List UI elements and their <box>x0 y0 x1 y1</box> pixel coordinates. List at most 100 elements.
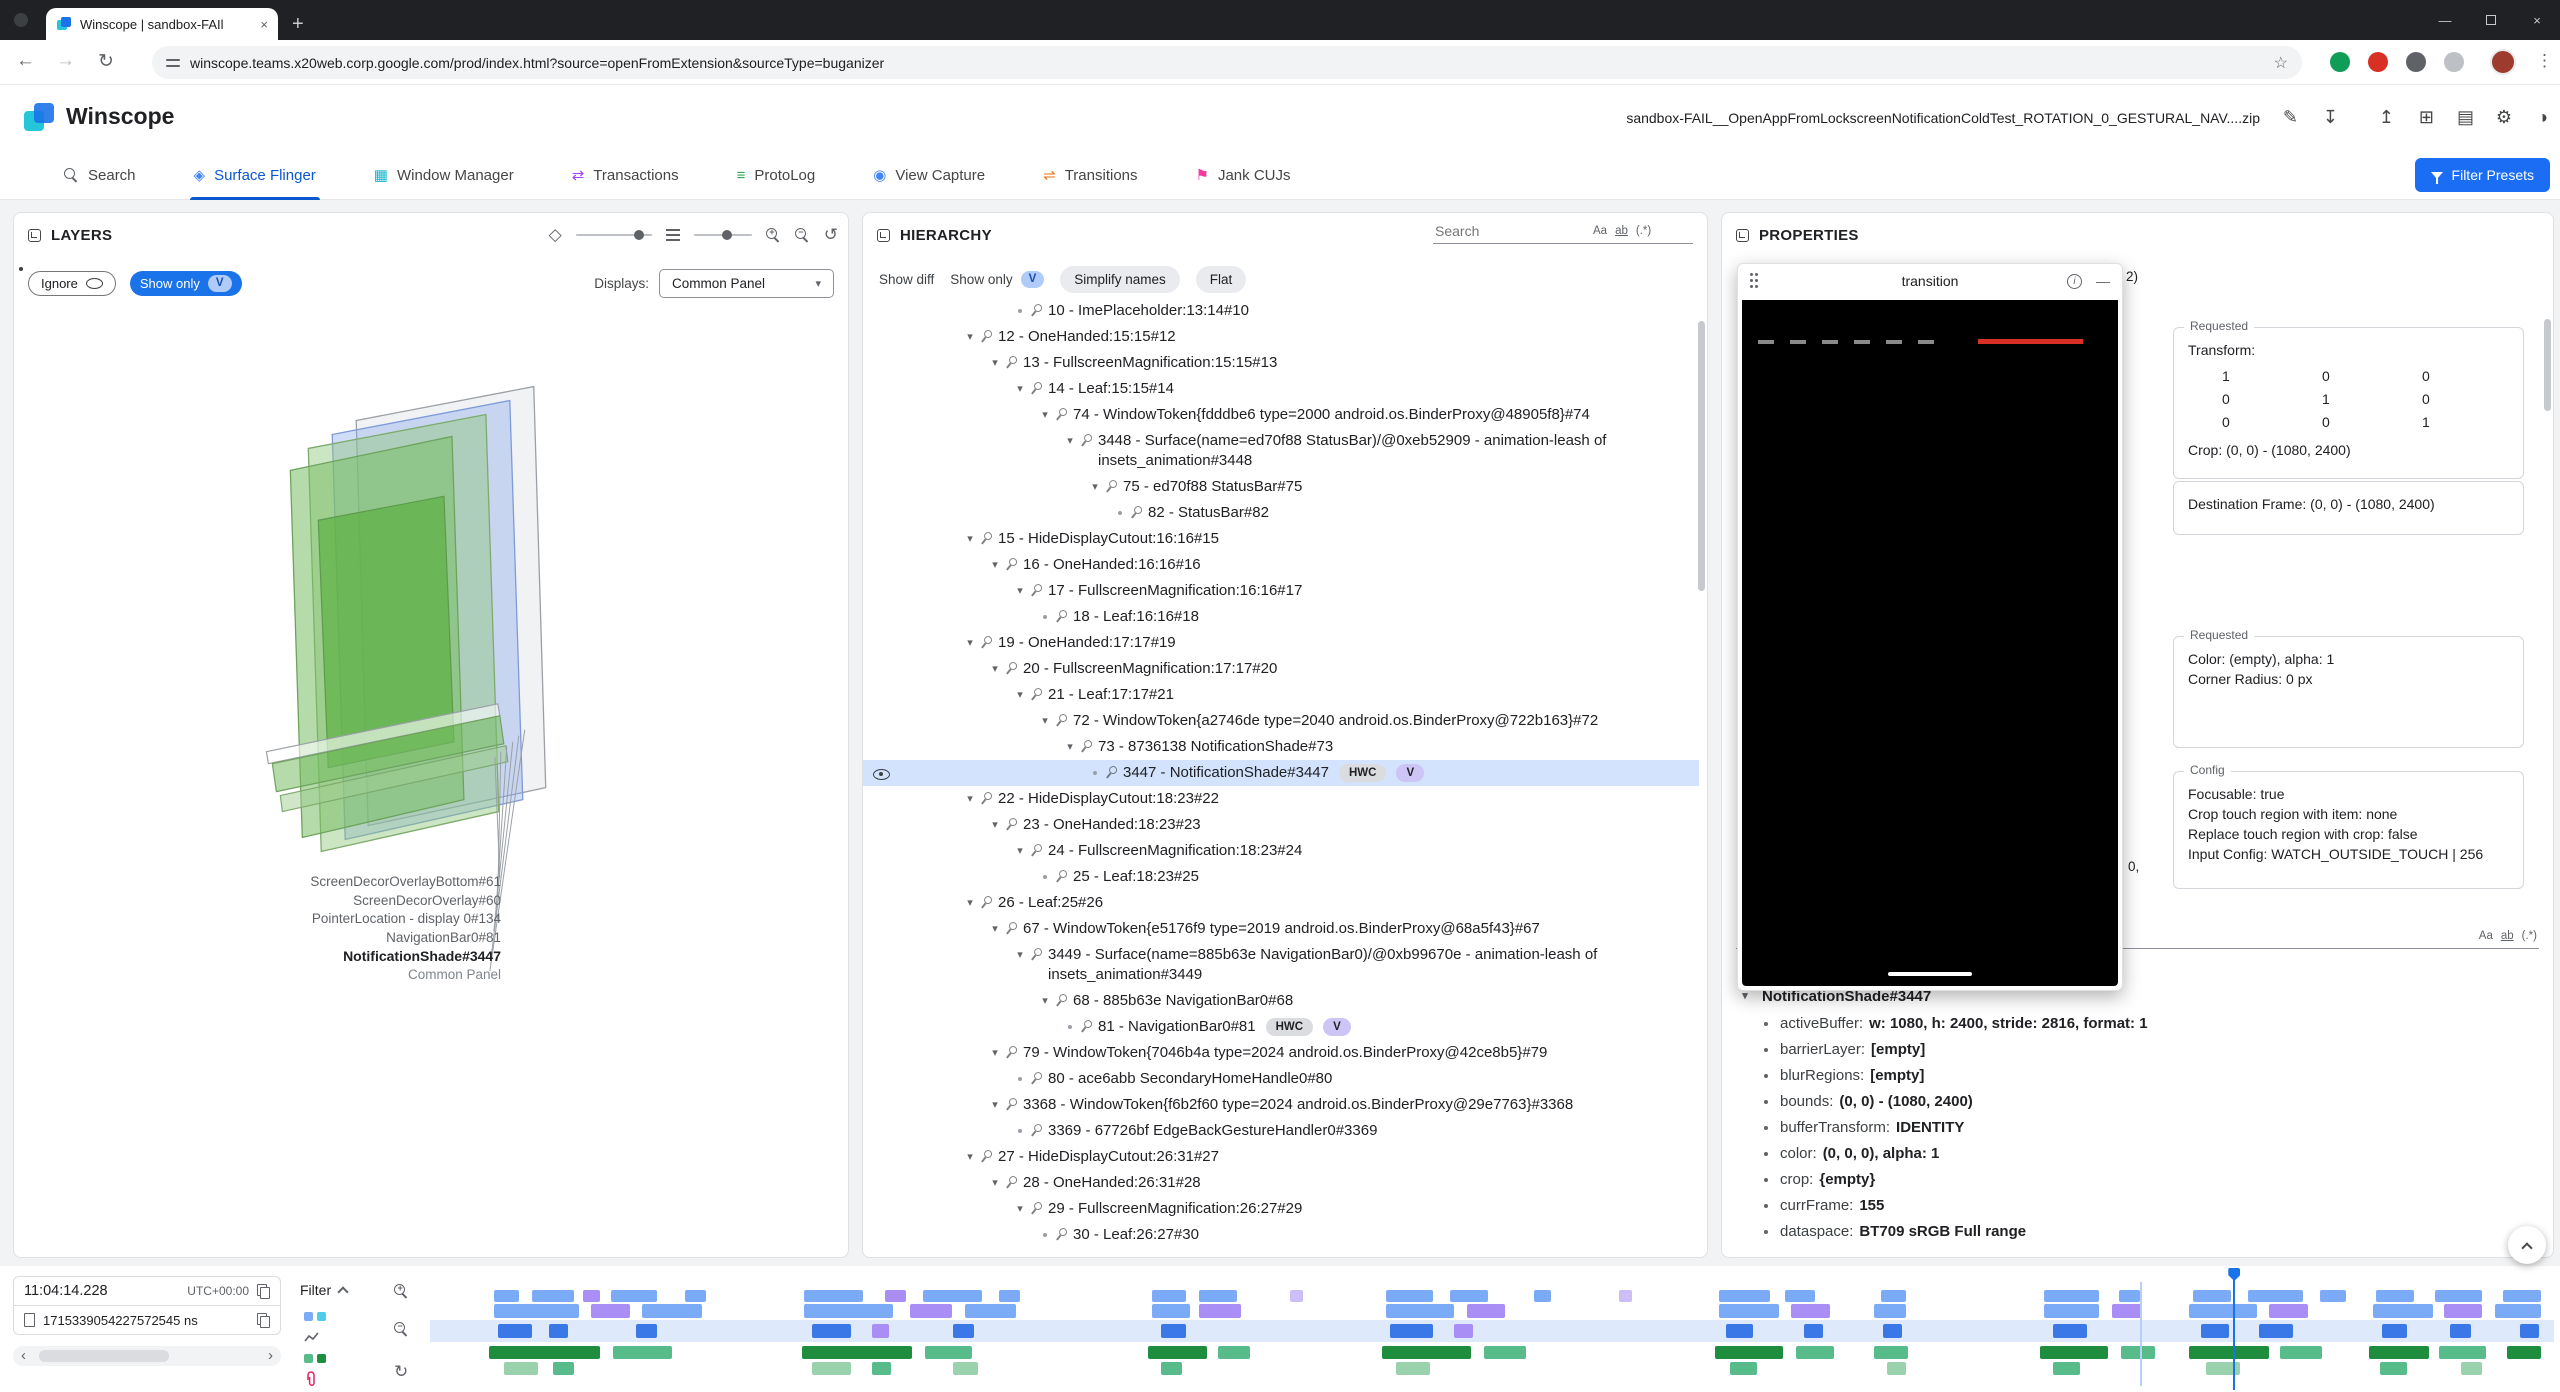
tree-node[interactable]: ▾72 - WindowToken{a2746de type=2040 andr… <box>863 708 1699 734</box>
tree-node[interactable]: ▾3449 - Surface(name=885b63e NavigationB… <box>863 942 1699 988</box>
expand-chevron-icon[interactable]: ▾ <box>961 1147 979 1167</box>
layer-label[interactable]: NotificationShade#3447 <box>14 947 501 966</box>
theme-toggle-icon[interactable]: ◑ <box>2537 107 2548 128</box>
timeline-segment[interactable] <box>1874 1346 1908 1359</box>
expand-chevron-icon[interactable]: ▾ <box>986 1173 1004 1193</box>
layer-label[interactable]: Common Panel <box>14 966 501 985</box>
timeline-segment[interactable] <box>2382 1324 2407 1338</box>
timeline-segment[interactable] <box>953 1362 978 1375</box>
timeline-segment[interactable] <box>872 1324 889 1338</box>
timeline-segment[interactable] <box>2119 1290 2140 1302</box>
properties-scrollbar[interactable] <box>2544 319 2551 411</box>
upload-icon[interactable]: ↥ <box>2379 107 2394 128</box>
match-word-icon[interactable]: ab <box>2501 930 2514 942</box>
pin-icon[interactable] <box>1002 1044 1018 1061</box>
expand-chevron-icon[interactable]: ▾ <box>1011 945 1029 965</box>
profile-avatar[interactable] <box>2490 49 2516 75</box>
flat-button[interactable]: Flat <box>1196 266 1247 293</box>
regex-icon[interactable]: (.*) <box>1636 225 1651 237</box>
tab-surface-flinger[interactable]: ◈Surface Flinger <box>194 150 316 200</box>
regex-icon[interactable]: (.*) <box>2522 930 2537 942</box>
timeline-segment[interactable] <box>885 1290 906 1302</box>
timeline-segment[interactable] <box>2380 1362 2408 1375</box>
timeline-segment[interactable] <box>1874 1304 1906 1318</box>
tree-node[interactable]: ▾73 - 8736138 NotificationShade#73 <box>863 734 1699 760</box>
pin-icon[interactable] <box>1102 478 1118 495</box>
cursor-handle[interactable] <box>2228 1268 2240 1281</box>
pin-icon[interactable] <box>977 790 993 807</box>
scroll-right-icon[interactable]: › <box>268 1346 273 1366</box>
tree-node[interactable]: ▾14 - Leaf:15:15#14 <box>863 376 1699 402</box>
property-row[interactable]: activeBuffer:w: 1080, h: 2400, stride: 2… <box>1722 1011 2553 1037</box>
timeline-segment[interactable] <box>2053 1362 2081 1375</box>
timeline-segment[interactable] <box>965 1304 1016 1318</box>
timeline-filter[interactable]: Filter <box>300 1282 347 1298</box>
timeline-segment[interactable] <box>1719 1290 1770 1302</box>
pin-icon[interactable] <box>1027 1070 1043 1087</box>
timeline-segment[interactable] <box>2376 1290 2414 1302</box>
timeline-segment[interactable] <box>1161 1324 1186 1338</box>
expand-chevron-icon[interactable]: ▾ <box>986 919 1004 939</box>
expand-chevron-icon[interactable]: ▾ <box>1036 405 1054 425</box>
tree-node[interactable]: ▾3448 - Surface(name=ed70f88 StatusBar)/… <box>863 428 1699 474</box>
timeline-segment[interactable] <box>2520 1324 2539 1338</box>
pin-icon[interactable] <box>1002 1096 1018 1113</box>
timeline-segment[interactable] <box>2201 1324 2229 1338</box>
timeline-segment[interactable] <box>1467 1304 1505 1318</box>
tree-node[interactable]: 3447 - NotificationShade#3447HWCV <box>863 760 1699 786</box>
timeline-segment[interactable] <box>2461 1362 2482 1375</box>
timeline-segment[interactable] <box>532 1290 574 1302</box>
tree-node[interactable]: ▾79 - WindowToken{7046b4a type=2024 andr… <box>863 1040 1699 1066</box>
timeline-segment[interactable] <box>2189 1304 2257 1318</box>
timeline-zoom-out-icon[interactable]: − <box>394 1322 409 1337</box>
tree-node[interactable]: ▾29 - FullscreenMagnification:26:27#29 <box>863 1196 1699 1222</box>
site-settings-icon[interactable] <box>166 57 180 69</box>
pin-icon[interactable] <box>1052 712 1068 729</box>
expand-chevron-icon[interactable]: ▾ <box>986 659 1004 679</box>
timeline-segment[interactable] <box>2320 1290 2345 1302</box>
expand-chevron-icon[interactable]: ▾ <box>986 1095 1004 1115</box>
timeline-segment[interactable] <box>1396 1362 1430 1375</box>
timeline-cursor[interactable] <box>2233 1268 2235 1390</box>
omnibox[interactable]: winscope.teams.x20web.corp.google.com/pr… <box>152 46 2302 79</box>
extension-icon-gray[interactable] <box>2406 52 2426 72</box>
visibility-eye-icon[interactable] <box>873 769 890 780</box>
timeline-segment[interactable] <box>2044 1304 2099 1318</box>
expand-chevron-icon[interactable]: ▾ <box>1011 379 1029 399</box>
tree-node[interactable]: 10 - ImePlaceholder:13:14#10 <box>863 298 1699 324</box>
transition-viewer-header[interactable]: transition i — <box>1738 264 2122 298</box>
timeline-segment[interactable] <box>553 1362 574 1375</box>
window-close-button[interactable]: × <box>2514 0 2560 40</box>
timeline-segment[interactable] <box>2439 1346 2486 1359</box>
property-row[interactable]: dataspace:BT709 sRGB Full range <box>1722 1219 2553 1245</box>
window-maximize-button[interactable] <box>2468 0 2514 40</box>
match-case-icon[interactable]: Aa <box>2479 930 2493 942</box>
layers-3d-viewport[interactable] <box>14 213 848 1256</box>
timeline-segment[interactable] <box>613 1346 672 1359</box>
url-text[interactable]: winscope.teams.x20web.corp.google.com/pr… <box>190 55 2264 71</box>
expand-chevron-icon[interactable]: ▾ <box>961 789 979 809</box>
expand-chevron-icon[interactable]: ▾ <box>986 555 1004 575</box>
pin-icon[interactable] <box>1002 816 1018 833</box>
timeline-segment[interactable] <box>2193 1290 2231 1302</box>
timeline-segment[interactable] <box>549 1324 568 1338</box>
cujs-trace-icon[interactable] <box>317 1354 326 1363</box>
forward-icon[interactable]: → <box>56 50 75 72</box>
timeline-segment[interactable] <box>636 1324 657 1338</box>
tree-node[interactable]: ▾22 - HideDisplayCutout:18:23#22 <box>863 786 1699 812</box>
pin-icon[interactable] <box>1027 686 1043 703</box>
expand-chevron-icon[interactable]: ▾ <box>961 327 979 347</box>
timeline-segment[interactable] <box>1390 1324 1432 1338</box>
timeline-segment[interactable] <box>1454 1324 1473 1338</box>
pin-icon[interactable] <box>1027 582 1043 599</box>
tree-node[interactable]: ▾23 - OneHanded:18:23#23 <box>863 812 1699 838</box>
expand-chevron-icon[interactable]: ▾ <box>1011 1199 1029 1219</box>
layer-label[interactable]: PointerLocation - display 0#134 <box>14 910 501 929</box>
timeline-tracks[interactable] <box>430 1266 2554 1392</box>
timeline-segment[interactable] <box>1152 1290 1186 1302</box>
property-row[interactable]: bufferTransform:IDENTITY <box>1722 1115 2553 1141</box>
copy-icon[interactable] <box>257 1284 270 1299</box>
download-icon[interactable]: ↧ <box>2323 107 2338 128</box>
timeline-scrollbar[interactable]: ‹ › <box>13 1346 281 1366</box>
property-row[interactable]: crop:{empty} <box>1722 1167 2553 1193</box>
